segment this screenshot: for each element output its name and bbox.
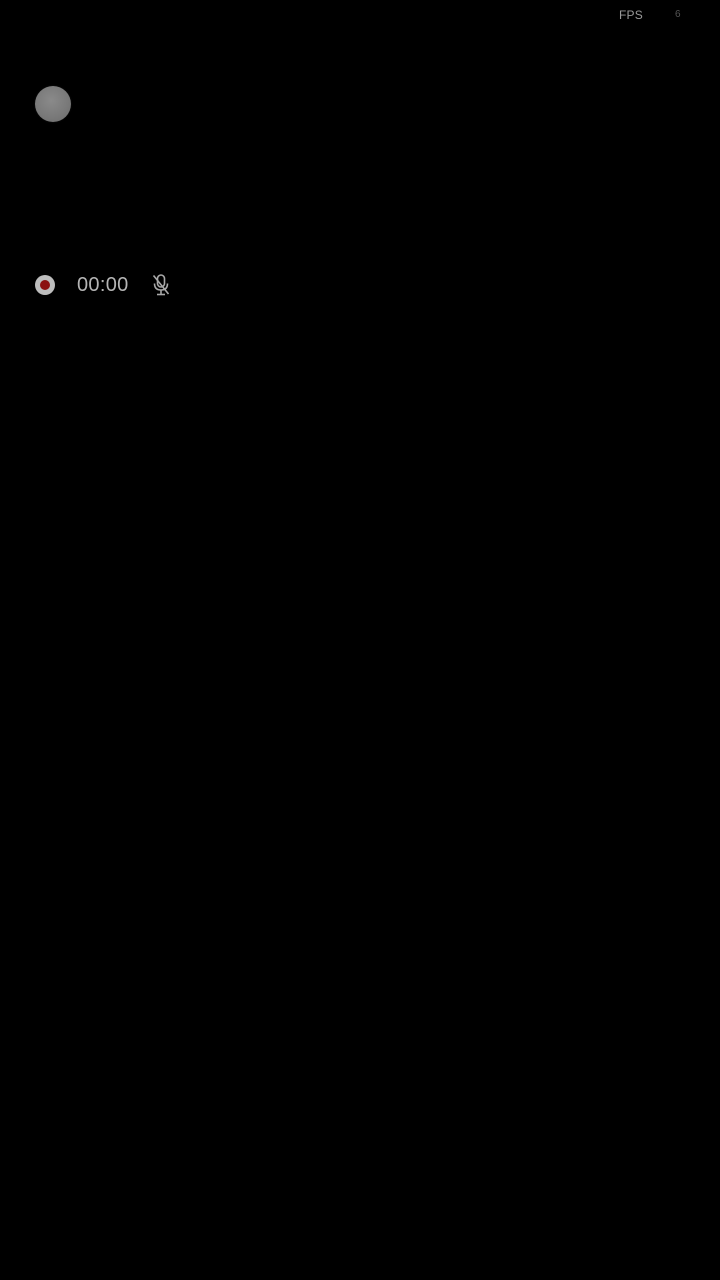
fps-label: FPS bbox=[619, 8, 643, 22]
recorder-bar: 00:00 bbox=[33, 269, 173, 301]
record-button[interactable] bbox=[33, 273, 57, 297]
floating-bubble-icon[interactable] bbox=[35, 86, 71, 122]
mic-toggle-button[interactable] bbox=[149, 271, 173, 299]
fps-value: 6 bbox=[674, 9, 681, 20]
recording-timer: 00:00 bbox=[77, 274, 129, 296]
record-dot bbox=[40, 280, 50, 290]
record-icon bbox=[35, 275, 55, 295]
mic-muted-icon bbox=[152, 274, 169, 296]
fps-overlay: FPS 6 bbox=[619, 7, 709, 23]
